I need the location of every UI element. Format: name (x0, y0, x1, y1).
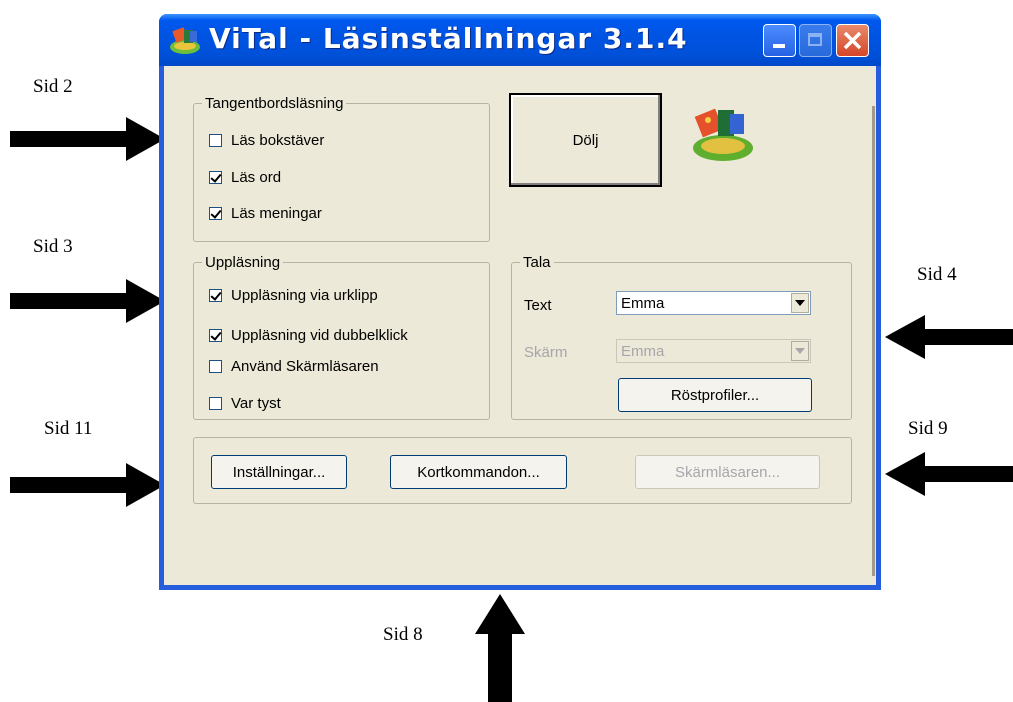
read-sentences-label: Läs meningar (231, 204, 322, 222)
read-words-checkbox[interactable]: Läs ord (209, 166, 281, 188)
checkbox-box[interactable] (209, 206, 222, 220)
arrow-right-icon (10, 279, 165, 323)
use-screen-reader-label: Använd Skärmläsaren (231, 357, 379, 375)
window-client-area: Tangentbordsläsning Läs bokstäver Läs or… (164, 66, 876, 585)
be-quiet-checkbox[interactable]: Var tyst (209, 392, 281, 414)
checkbox-box[interactable] (209, 328, 222, 342)
hide-button[interactable]: Dölj (509, 93, 662, 187)
checkbox-box[interactable] (209, 170, 222, 184)
bottom-buttons-group: Inställningar... Kortkommandon... Skärml… (193, 437, 852, 504)
read-letters-checkbox[interactable]: Läs bokstäver (209, 129, 324, 151)
close-icon (843, 31, 862, 50)
maximize-button[interactable] (799, 24, 832, 57)
screen-voice-select[interactable]: Emma (616, 339, 811, 363)
screen-voice-value: Emma (621, 342, 665, 360)
speak-title: Tala (520, 254, 554, 272)
read-letters-label: Läs bokstäver (231, 131, 325, 149)
screen-reader-button[interactable]: Skärmläsaren... (635, 455, 820, 489)
annotation-sid-8: Sid 8 (383, 624, 423, 645)
vital-settings-window: ViTal - Läsinställningar 3.1.4 Tangentbo… (159, 14, 881, 590)
arrow-right-icon (10, 463, 165, 507)
read-on-doubleclick-checkbox[interactable]: Uppläsning vid dubbelklick (209, 324, 408, 346)
read-sentences-checkbox[interactable]: Läs meningar (209, 202, 322, 224)
screen-voice-label: Skärm (524, 344, 568, 361)
read-via-clipboard-label: Uppläsning via urklipp (231, 286, 378, 304)
annotation-sid-3: Sid 3 (33, 236, 73, 257)
keyboard-reading-title: Tangentbordsläsning (202, 95, 347, 113)
shortcuts-button[interactable]: Kortkommandon... (390, 455, 567, 489)
text-voice-label: Text (524, 297, 552, 314)
annotation-sid-4: Sid 4 (917, 264, 957, 285)
chevron-down-icon[interactable] (791, 293, 809, 313)
annotation-sid-2: Sid 2 (33, 76, 73, 97)
arrow-left-icon (885, 452, 1013, 496)
vital-app-icon (170, 27, 200, 54)
checkbox-box[interactable] (209, 359, 222, 373)
window-title: ViTal - Läsinställningar 3.1.4 (209, 22, 688, 55)
checkbox-box[interactable] (209, 288, 222, 302)
arrow-up-icon (475, 594, 525, 702)
settings-button[interactable]: Inställningar... (211, 455, 347, 489)
read-on-doubleclick-label: Uppläsning vid dubbelklick (231, 326, 408, 344)
minimize-button[interactable] (763, 24, 796, 57)
annotation-sid-11: Sid 11 (44, 418, 93, 439)
text-voice-value: Emma (621, 294, 665, 312)
read-aloud-group: Uppläsning Uppläsning via urklipp Uppläs… (193, 254, 490, 420)
text-voice-select[interactable]: Emma (616, 291, 811, 315)
checkbox-box[interactable] (209, 133, 222, 147)
vital-logo-icon (693, 108, 753, 161)
read-aloud-title: Uppläsning (202, 254, 284, 272)
checkbox-box[interactable] (209, 396, 222, 410)
close-button[interactable] (836, 24, 869, 57)
title-bar[interactable]: ViTal - Läsinställningar 3.1.4 (159, 14, 881, 66)
keyboard-reading-group: Tangentbordsläsning Läs bokstäver Läs or… (193, 95, 490, 242)
read-words-label: Läs ord (231, 168, 282, 186)
read-via-clipboard-checkbox[interactable]: Uppläsning via urklipp (209, 284, 378, 306)
be-quiet-label: Var tyst (231, 394, 281, 412)
arrow-left-icon (885, 315, 1013, 359)
chevron-down-icon[interactable] (791, 341, 809, 361)
use-screen-reader-checkbox[interactable]: Använd Skärmläsaren (209, 355, 379, 377)
annotation-sid-9: Sid 9 (908, 418, 948, 439)
arrow-right-icon (10, 117, 165, 161)
voice-profiles-button[interactable]: Röstprofiler... (618, 378, 812, 412)
speak-group: Tala Text Emma Skärm Emma Röstprofiler..… (511, 254, 852, 420)
client-edge (872, 106, 875, 576)
